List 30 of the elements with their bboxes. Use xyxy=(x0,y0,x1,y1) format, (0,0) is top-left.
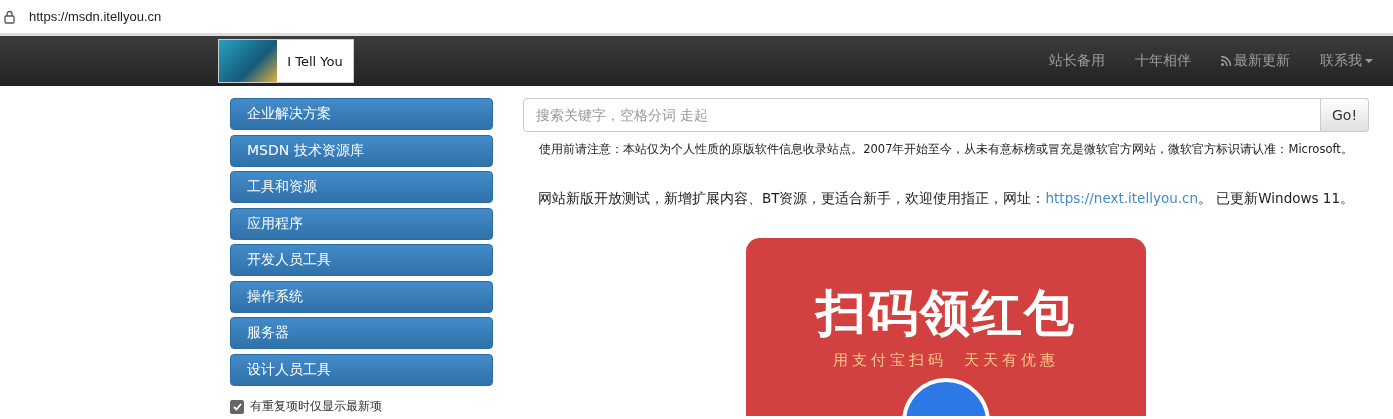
nav-link[interactable]: 联系我 xyxy=(1320,52,1373,70)
photo-placeholder xyxy=(219,40,277,82)
site-logo[interactable]: I Tell You xyxy=(218,39,354,83)
nav-link[interactable]: 十年相伴 xyxy=(1135,52,1191,70)
checkbox[interactable] xyxy=(230,399,244,414)
banner-subtitle: 用支付宝扫码 天天有优惠 xyxy=(832,351,1060,370)
new-site-link[interactable]: https://next.itellyou.cn xyxy=(1045,190,1198,206)
search-field[interactable]: 搜索关键字，空格分词 走起 xyxy=(523,98,1321,132)
address-bar-url[interactable]: https://msdn.itellyou.cn xyxy=(29,9,162,24)
latest-only-option[interactable]: 有重复项时仅显示最新项 xyxy=(230,398,493,415)
rss-icon xyxy=(1221,56,1231,66)
lock-icon xyxy=(4,9,15,24)
category-button[interactable]: 应用程序 xyxy=(230,207,493,240)
category-button[interactable]: 操作系统 xyxy=(230,280,493,313)
option-label: 有重复项时仅显示最新项 xyxy=(250,398,382,415)
category-button[interactable]: 工具和资源 xyxy=(230,171,493,203)
nav-link[interactable]: 站长备用 xyxy=(1049,52,1105,70)
nav-link[interactable]: 最新更新 xyxy=(1221,52,1290,70)
banner-title: 扫码领红包 xyxy=(816,283,1076,344)
envelope-banner[interactable]: 扫码领红包 用支付宝扫码 天天有优惠 xyxy=(746,238,1146,416)
go-button[interactable]: Go! xyxy=(1321,98,1369,132)
category-button[interactable]: 服务器 xyxy=(230,317,493,349)
announcement-text: 网站新版开放测试，新增扩展内容、BT资源，更适合新手，欢迎使用指正，网址：https://next.itellyou.cn。 已更新Windows 11。 xyxy=(537,190,1355,208)
category-button[interactable]: 企业解决方案 xyxy=(230,98,493,130)
category-button[interactable]: MSDN 技术资源库 xyxy=(230,134,493,167)
category-button[interactable]: 开发人员工具 xyxy=(230,244,493,276)
caret-icon xyxy=(1365,58,1373,64)
notice-text: 使用前请注意：本站仅为个人性质的原版软件信息收录站点。2007年开始至今，从未有意标榜或冒充是微软官方网站，微软官方标识请认准：Microsoft。 xyxy=(539,142,1353,157)
logo-text: I Tell You xyxy=(286,52,344,71)
category-button[interactable]: 设计人员工具 xyxy=(230,353,493,386)
